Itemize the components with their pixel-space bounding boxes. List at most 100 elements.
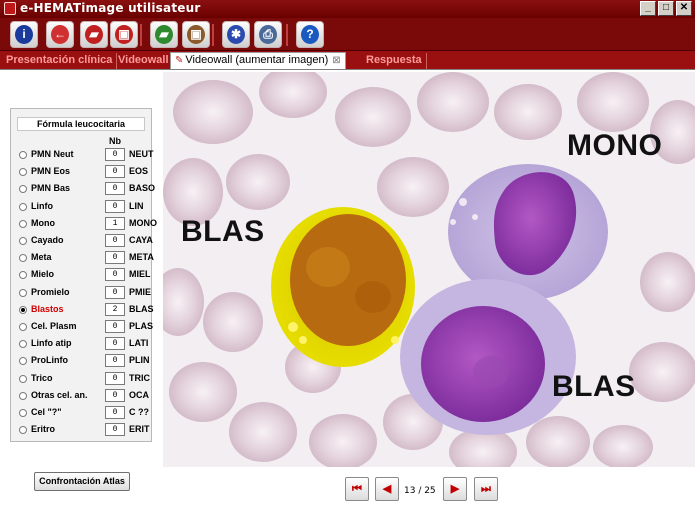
formula-row: Linfo atip 0 LATI — [11, 336, 153, 352]
cell-count-field[interactable]: 0 — [105, 165, 125, 179]
cell-type-code: BASO — [129, 183, 156, 194]
cell-count-field[interactable]: 0 — [105, 148, 125, 161]
settings-button[interactable]: ✱ — [222, 21, 250, 48]
cell-type-label[interactable]: Linfo atip — [31, 338, 72, 348]
green-folder-button[interactable]: ▰ — [150, 21, 178, 48]
cell-count-field[interactable]: 2 — [105, 302, 125, 316]
cell-type-radio[interactable] — [19, 305, 27, 314]
cell-type-label[interactable]: Trico — [31, 373, 53, 383]
formula-row: ProLinfo 0 PLIN — [11, 353, 153, 369]
cell-count-field[interactable]: 0 — [105, 371, 125, 385]
formula-row: Otras cel. an. 0 OCA — [11, 388, 153, 404]
cell-type-label[interactable]: Otras cel. an. — [31, 390, 88, 400]
cell-count-field[interactable]: 0 — [105, 285, 125, 299]
cell-type-radio[interactable] — [19, 426, 27, 435]
folder-open-button[interactable]: ▰ — [80, 21, 108, 48]
cell-count-field[interactable]: 1 — [105, 216, 125, 230]
cell-type-code: TRIC — [129, 372, 150, 383]
cell-type-radio[interactable] — [19, 391, 27, 400]
cell-type-radio[interactable] — [19, 323, 27, 331]
back-button[interactable]: ← — [46, 21, 74, 48]
tab-videowall[interactable]: Videowall — [114, 53, 174, 69]
cell-type-radio[interactable] — [19, 237, 27, 245]
cell-type-label[interactable]: Mielo — [31, 269, 54, 279]
cell-type-label[interactable]: Promielo — [31, 287, 70, 297]
nb-column-header: Nb — [109, 136, 121, 146]
gear-icon: ✱ — [227, 25, 245, 44]
cell-type-radio[interactable] — [19, 168, 27, 177]
cell-count-field[interactable]: 0 — [105, 182, 125, 196]
info-button[interactable]: i — [10, 21, 38, 48]
cell-type-radio[interactable] — [19, 374, 27, 383]
cell-count-field[interactable]: 0 — [105, 406, 125, 419]
title-bar: e-HEMATimage utilisateur _ □ ✕ — [0, 0, 695, 18]
cell-type-label[interactable]: ProLinfo — [31, 355, 68, 365]
cell-type-code: ERIT — [129, 424, 150, 435]
cell-type-radio[interactable] — [19, 340, 27, 349]
cell-type-radio[interactable] — [19, 409, 27, 417]
cell-type-label[interactable]: Meta — [31, 252, 52, 262]
pencil-icon: ✎ — [175, 55, 184, 66]
cell-count-field[interactable]: 0 — [105, 423, 125, 437]
app-icon[interactable] — [4, 2, 16, 15]
cell-count-field[interactable]: 0 — [105, 234, 125, 247]
confrontacion-atlas-button[interactable]: Confrontación Atlas — [34, 472, 130, 491]
brown-book-icon: ▣ — [187, 25, 205, 44]
cell-count-field[interactable]: 0 — [105, 199, 125, 213]
blast-cell-left-highlighted — [271, 207, 415, 367]
cell-type-radio[interactable] — [19, 202, 27, 211]
cell-type-code: LATI — [129, 338, 149, 349]
cell-count-field[interactable]: 0 — [105, 320, 125, 333]
cell-type-code: CAYA — [129, 235, 153, 245]
cell-type-label[interactable]: Mono — [31, 218, 55, 228]
tab-strip: Presentación clínica Videowall ✎ Videowal… — [0, 51, 695, 69]
cell-count-field[interactable]: 0 — [105, 337, 125, 351]
tab-label: Videowall (aumentar imagen) — [185, 54, 329, 66]
cell-type-radio[interactable] — [19, 151, 27, 159]
close-button[interactable]: ✕ — [676, 1, 692, 16]
previous-image-button[interactable]: ◀ — [375, 477, 399, 501]
toolbar-separator — [212, 24, 214, 46]
tab-videowall-aumentar[interactable]: ✎ Videowall (aumentar imagen) ⊠ — [170, 52, 346, 69]
cell-type-radio[interactable] — [19, 219, 27, 228]
formula-row: Promielo 0 PMIE — [11, 285, 153, 301]
cell-type-label[interactable]: PMN Eos — [31, 166, 70, 176]
cell-type-radio[interactable] — [19, 254, 27, 263]
cell-type-label[interactable]: Blastos — [31, 304, 64, 314]
cell-count-field[interactable]: 0 — [105, 268, 125, 282]
next-image-button[interactable]: ▶ — [443, 477, 467, 501]
cell-count-field[interactable]: 0 — [105, 354, 125, 368]
cell-type-radio[interactable] — [19, 288, 27, 297]
brown-book-button[interactable]: ▣ — [182, 21, 210, 48]
cell-type-code: LIN — [129, 200, 144, 211]
tab-respuesta[interactable]: Respuesta — [362, 53, 427, 69]
cell-type-label[interactable]: Cayado — [31, 235, 64, 245]
cell-type-radio[interactable] — [19, 185, 27, 194]
cell-type-label[interactable]: Cel. Plasm — [31, 321, 77, 331]
help-icon: ? — [301, 25, 319, 44]
maximize-button[interactable]: □ — [658, 1, 674, 16]
cell-count-field[interactable]: 0 — [105, 388, 125, 402]
tab-presentacion-clinica[interactable]: Presentación clínica — [2, 53, 118, 69]
help-button[interactable]: ? — [296, 21, 324, 48]
cell-type-label[interactable]: PMN Bas — [31, 183, 70, 193]
formula-row: Linfo 0 LIN — [11, 199, 153, 215]
toolbar-separator — [140, 24, 142, 46]
cell-type-radio[interactable] — [19, 271, 27, 280]
cell-type-label[interactable]: PMN Neut — [31, 149, 74, 159]
print-button[interactable]: ⎙ — [254, 21, 282, 48]
cell-type-code: PMIE — [129, 286, 152, 297]
last-image-button[interactable]: ⏭ — [474, 477, 498, 501]
cell-count-field[interactable]: 0 — [105, 251, 125, 265]
tab-close-icon[interactable]: ⊠ — [332, 55, 340, 66]
formula-row: Cel. Plasm 0 PLAS — [11, 319, 153, 335]
minimize-button[interactable]: _ — [640, 1, 656, 16]
formula-panel: Fórmula leucocitaria Nb PMN Neut 0 NEUT PMN… — [10, 108, 157, 442]
cell-type-label[interactable]: Cel "?" — [31, 407, 62, 417]
green-folder-icon: ▰ — [155, 25, 173, 44]
first-image-button[interactable]: ⏮ — [345, 477, 369, 501]
book-button[interactable]: ▣ — [110, 21, 138, 48]
cell-type-radio[interactable] — [19, 357, 27, 366]
cell-type-label[interactable]: Linfo — [31, 201, 53, 211]
cell-type-label[interactable]: Eritro — [31, 424, 55, 434]
